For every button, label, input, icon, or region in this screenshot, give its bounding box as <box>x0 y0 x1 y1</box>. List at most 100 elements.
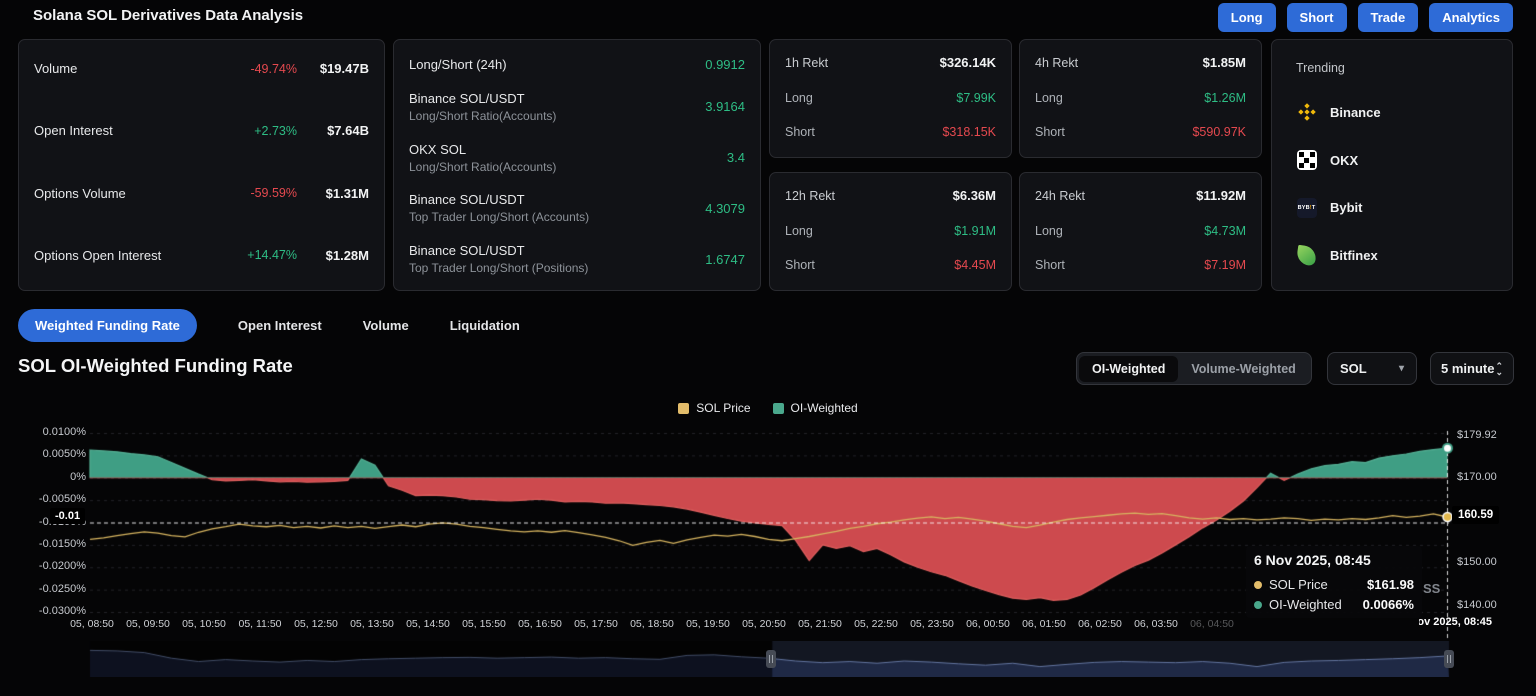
right-axis-tick: $140.00 <box>1457 599 1497 611</box>
tab-volume[interactable]: Volume <box>363 309 409 342</box>
rekt-long-label: Long <box>785 224 813 238</box>
rekt-card-12h: 12h Rekt$6.36MLong$1.91MShort$4.45M <box>769 172 1012 291</box>
rekt-title: 4h Rekt <box>1035 56 1078 70</box>
stepper-icon: ⌃⌄ <box>1495 363 1503 375</box>
rekt-title: 24h Rekt <box>1035 189 1085 203</box>
metric-label: Volume <box>34 61 77 76</box>
symbol-select[interactable]: SOL ▾ <box>1327 352 1417 385</box>
tooltip-series-dot <box>1254 581 1262 589</box>
legend-item-sol-price[interactable]: SOL Price <box>678 401 750 415</box>
derivatives-dashboard: Solana SOL Derivatives Data Analysis Lon… <box>0 0 1536 696</box>
metric-row: Open Interest+2.73%$7.64B <box>34 123 369 138</box>
tooltip-row: SOL Price$161.98 <box>1254 577 1414 592</box>
rekt-long-row: Long$1.91M <box>785 224 996 238</box>
legend-swatch <box>773 403 784 414</box>
left-axis-tick: 0.0050% <box>14 448 86 460</box>
tooltip-row: OI-Weighted0.0066% <box>1254 597 1414 612</box>
ratio-row: OKX SOL Long/Short Ratio(Accounts) 3.4 <box>409 142 745 174</box>
rekt-header-row: 1h Rekt $326.14K <box>785 55 996 70</box>
rekt-card-4h: 4h Rekt$1.85MLong$1.26MShort$590.97K <box>1019 39 1262 158</box>
metric-row: Volume-49.74%$19.47B <box>34 61 369 76</box>
rekt-long-value: $4.73M <box>1204 224 1246 238</box>
trending-item-label: Bitfinex <box>1330 248 1378 263</box>
crosshair-left-label: -0.01 <box>50 508 85 524</box>
rekt-title: 1h Rekt <box>785 56 828 70</box>
short-button[interactable]: Short <box>1287 3 1347 32</box>
bybit-logo-box: BYB!T <box>1297 198 1317 218</box>
legend-item-oi-weighted[interactable]: OI-Weighted <box>773 401 858 415</box>
left-axis-tick: -0.0300% <box>14 605 86 617</box>
binance-icon <box>1296 102 1317 123</box>
trending-item-label: Bybit <box>1330 200 1363 215</box>
ratio-row: Binance SOL/USDTTop Trader Long/Short (A… <box>409 192 745 224</box>
metric-change: +2.73% <box>254 124 297 138</box>
metric-change: -49.74% <box>250 62 297 76</box>
ratio-value: 3.9164 <box>705 99 745 114</box>
rekt-long-row: Long $7.99K <box>785 91 996 105</box>
long-button[interactable]: Long <box>1218 3 1276 32</box>
navigator-right-handle[interactable] <box>1444 650 1454 668</box>
rekt-long-label: Long <box>785 91 813 105</box>
ratio-sublabel: Long/Short Ratio(Accounts) <box>409 160 556 174</box>
x-axis-tick: 06, 04:50 <box>1176 618 1248 630</box>
trending-item-bitfinex[interactable]: Bitfinex <box>1296 245 1488 266</box>
rekt-long-value: $7.99K <box>956 91 996 105</box>
tooltip-series-value: 0.0066% <box>1363 597 1414 612</box>
rekt-long-row: Long $4.73M <box>1035 224 1246 238</box>
ratio-label: Long/Short (24h) <box>409 57 507 72</box>
long-short-ratios-card: Long/Short (24h)0.9912Binance SOL/USDTLo… <box>393 39 761 291</box>
trending-item-binance[interactable]: Binance <box>1296 102 1488 123</box>
left-axis-tick: -0.0050% <box>14 493 86 505</box>
ratio-value: 3.4 <box>727 150 745 165</box>
left-axis-tick: 0% <box>14 471 86 483</box>
segment-volume-weighted[interactable]: Volume-Weighted <box>1178 356 1308 382</box>
symbol-select-value: SOL <box>1340 361 1367 376</box>
metric-row: Options Volume-59.59%$1.31M <box>34 186 369 201</box>
header: Solana SOL Derivatives Data Analysis Lon… <box>0 0 1536 34</box>
trade-button[interactable]: Trade <box>1358 3 1419 32</box>
ratio-label: OKX SOL <box>409 142 556 157</box>
rekt-header-row: 12h Rekt$6.36M <box>785 188 996 203</box>
rekt-total: $11.92M <box>1196 188 1246 203</box>
rekt-total: $326.14K <box>940 55 996 70</box>
segment-oi-weighted[interactable]: OI-Weighted <box>1079 356 1178 382</box>
weighting-segmented-control: OI-WeightedVolume-Weighted <box>1076 352 1312 385</box>
trending-item-bybit[interactable]: BYB!T Bybit <box>1296 197 1488 218</box>
right-axis-tick: $170.00 <box>1457 471 1497 483</box>
metrics-card: Volume-49.74%$19.47BOpen Interest+2.73%$… <box>18 39 385 291</box>
ratio-row: Binance SOL/USDTLong/Short Ratio(Account… <box>409 91 745 123</box>
tooltip-series-label: SOL Price <box>1269 577 1328 592</box>
analytics-button[interactable]: Analytics <box>1429 3 1513 32</box>
chart-tabs: Weighted Funding Rate Open Interest Volume… <box>18 309 520 342</box>
tab-liquidation[interactable]: Liquidation <box>450 309 520 342</box>
navigator-left-handle[interactable] <box>766 650 776 668</box>
metric-change: +14.47% <box>247 248 297 262</box>
rekt-total: $6.36M <box>953 188 996 203</box>
chart-tooltip: 6 Nov 2025, 08:45 SOL Price$161.98 OI-Wei… <box>1246 546 1422 618</box>
interval-select-value: 5 minute <box>1441 361 1494 376</box>
legend-label: SOL Price <box>696 401 750 415</box>
left-axis-tick: -0.0200% <box>14 560 86 572</box>
rekt-short-row: Short$7.19M <box>1035 258 1246 272</box>
ratio-label: Binance SOL/USDT <box>409 192 589 207</box>
rekt-header-row: 4h Rekt$1.85M <box>1035 55 1246 70</box>
rekt-long-label: Long <box>1035 224 1063 238</box>
rekt-short-value: $7.19M <box>1204 258 1246 272</box>
ratio-labels: OKX SOL Long/Short Ratio(Accounts) <box>409 142 556 174</box>
trending-card: Trending BinanceOKXBYB!TBybitBitfinex <box>1271 39 1513 291</box>
tab-open-interest[interactable]: Open Interest <box>238 309 322 342</box>
trending-item-label: Binance <box>1330 105 1381 120</box>
rekt-short-row: Short$318.15K <box>785 125 996 139</box>
tooltip-date: 6 Nov 2025, 08:45 <box>1254 552 1414 568</box>
rekt-header-row: 24h Rekt $11.92M <box>1035 188 1246 203</box>
trending-item-okx[interactable]: OKX <box>1296 150 1488 171</box>
rekt-short-label: Short <box>785 125 815 139</box>
rekt-short-value: $4.45M <box>954 258 996 272</box>
right-axis-tick: $150.00 <box>1457 556 1497 568</box>
tab-weighted-funding-rate[interactable]: Weighted Funding Rate <box>18 309 197 342</box>
left-axis-tick: 0.0100% <box>14 426 86 438</box>
interval-select[interactable]: 5 minute ⌃⌄ <box>1430 352 1514 385</box>
metric-value: $1.28M <box>297 248 369 263</box>
crosshair-date-label: 6 Nov 2025, 08:45 <box>1419 616 1492 631</box>
bitfinex-leaf-shape <box>1296 245 1317 266</box>
